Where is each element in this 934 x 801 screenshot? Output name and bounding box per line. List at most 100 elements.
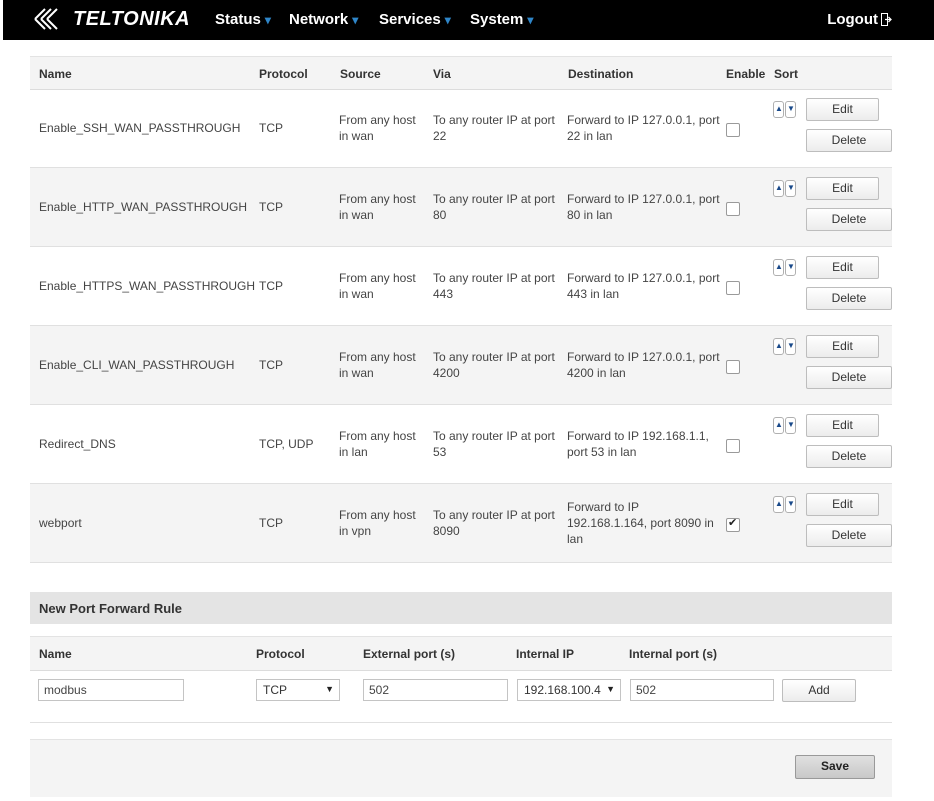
arrow-down-icon: ▼: [787, 420, 795, 429]
protocol-select-value: TCP: [263, 683, 287, 697]
delete-button[interactable]: Delete: [806, 208, 892, 231]
rule-source: From any host: [339, 350, 416, 364]
table-row: Enable_HTTPS_WAN_PASSTHROUGH TCP From any …: [30, 247, 892, 326]
rule-source: in wan: [339, 366, 374, 380]
dropdown-arrow-icon: ▼: [606, 684, 615, 694]
sort-down-button[interactable]: ▼: [785, 101, 796, 118]
new-column-protocol: Protocol: [256, 647, 305, 661]
arrow-down-icon: ▼: [787, 341, 795, 350]
enable-checkbox[interactable]: [726, 202, 740, 216]
internal-ip-select-value: 192.168.100.4: [524, 683, 601, 697]
sort-up-button[interactable]: ▲: [773, 180, 784, 197]
sort-up-button[interactable]: ▲: [773, 338, 784, 355]
rule-source: in vpn: [339, 524, 372, 538]
sort-up-button[interactable]: ▲: [773, 259, 784, 276]
rule-protocol: TCP: [259, 200, 283, 214]
rule-name: webport: [39, 516, 82, 530]
delete-button[interactable]: Delete: [806, 287, 892, 310]
arrow-up-icon: ▲: [775, 420, 783, 429]
brand-name: TELTONIKA: [73, 7, 191, 30]
rule-source: From any host: [339, 429, 416, 443]
column-header-enable: Enable: [726, 67, 766, 81]
internal-port-input[interactable]: [630, 679, 774, 701]
chevron-down-icon: ▾: [264, 12, 271, 27]
rule-protocol: TCP: [259, 279, 283, 293]
rule-name: Redirect_DNS: [39, 437, 116, 451]
arrow-up-icon: ▲: [775, 262, 783, 271]
menu-status[interactable]: Status ▾: [215, 11, 271, 28]
table-row: webport TCP From any host in vpn To any rout…: [30, 484, 892, 563]
rule-destination: 443 in lan: [567, 287, 620, 301]
new-rule-section-title: New Port Forward Rule: [30, 592, 892, 624]
enable-checkbox[interactable]: [726, 123, 740, 137]
column-header-destination: Destination: [568, 67, 634, 81]
enable-checkbox[interactable]: [726, 516, 740, 532]
rule-via: 22: [433, 129, 447, 143]
sort-up-button[interactable]: ▲: [773, 496, 784, 513]
menu-system[interactable]: System ▾: [470, 11, 533, 28]
rule-via: 80: [433, 208, 447, 222]
delete-button[interactable]: Delete: [806, 445, 892, 468]
menu-network[interactable]: Network ▾: [289, 11, 358, 28]
rule-protocol: TCP, UDP: [259, 437, 314, 451]
arrow-down-icon: ▼: [787, 262, 795, 271]
logout-label: Logout: [827, 11, 878, 28]
internal-ip-select[interactable]: 192.168.100.4 ▼: [517, 679, 621, 701]
enable-checkbox[interactable]: [726, 360, 740, 374]
rule-protocol: TCP: [259, 516, 283, 530]
rule-source: in lan: [339, 445, 368, 459]
rules-table-header: Name Protocol Source Via Destination Ena…: [30, 56, 892, 90]
column-header-source: Source: [340, 67, 381, 81]
rule-source: From any host: [339, 192, 416, 206]
edit-button[interactable]: Edit: [806, 335, 879, 358]
edit-button[interactable]: Edit: [806, 493, 879, 516]
external-port-input[interactable]: [363, 679, 508, 701]
edit-button[interactable]: Edit: [806, 177, 879, 200]
rule-name: Enable_CLI_WAN_PASSTHROUGH: [39, 358, 235, 372]
sort-down-button[interactable]: ▼: [785, 180, 796, 197]
sort-up-button[interactable]: ▲: [773, 417, 784, 434]
rule-via: 8090: [433, 524, 460, 538]
rule-destination: lan: [567, 532, 584, 546]
enable-checkbox[interactable]: [726, 439, 740, 453]
table-row: Redirect_DNS TCP, UDP From any host in lan T…: [30, 405, 892, 484]
rule-source: From any host: [339, 508, 416, 522]
rule-via: To any router IP at port: [433, 192, 555, 206]
rule-protocol: TCP: [259, 121, 283, 135]
edit-button[interactable]: Edit: [806, 256, 879, 279]
rule-destination: Forward to IP: [567, 500, 640, 514]
rule-via: To any router IP at port: [433, 113, 555, 127]
teltonika-logo[interactable]: TELTONIKA: [33, 6, 190, 32]
column-header-protocol: Protocol: [259, 67, 308, 81]
delete-button[interactable]: Delete: [806, 129, 892, 152]
save-button[interactable]: Save: [795, 755, 875, 779]
arrow-down-icon: ▼: [787, 183, 795, 192]
menu-services[interactable]: Services ▾: [379, 11, 451, 28]
new-rule-protocol-select[interactable]: TCP ▼: [256, 679, 340, 701]
sort-down-button[interactable]: ▼: [785, 338, 796, 355]
rule-protocol: TCP: [259, 358, 283, 372]
chevron-down-icon: ▾: [352, 12, 359, 27]
sort-down-button[interactable]: ▼: [785, 496, 796, 513]
add-rule-button[interactable]: Add: [782, 679, 856, 702]
rule-via: 443: [433, 287, 454, 301]
rule-destination: Forward to IP 127.0.0.1, port: [567, 113, 720, 127]
edit-button[interactable]: Edit: [806, 98, 879, 121]
new-rule-name-input[interactable]: [38, 679, 184, 701]
edit-button[interactable]: Edit: [806, 414, 879, 437]
sort-down-button[interactable]: ▼: [785, 417, 796, 434]
menu-status-label: Status: [215, 11, 261, 28]
delete-button[interactable]: Delete: [806, 524, 892, 547]
sort-down-button[interactable]: ▼: [785, 259, 796, 276]
sort-up-button[interactable]: ▲: [773, 101, 784, 118]
new-column-internal-ip: Internal IP: [516, 647, 575, 661]
rule-source: From any host: [339, 113, 416, 127]
rule-via: 53: [433, 445, 447, 459]
rule-destination: 22 in lan: [567, 129, 613, 143]
arrow-up-icon: ▲: [775, 104, 783, 113]
enable-checkbox[interactable]: [726, 281, 740, 295]
logout-link[interactable]: Logout: [827, 11, 892, 28]
delete-button[interactable]: Delete: [806, 366, 892, 389]
new-rule-header: Name Protocol External port (s) Internal…: [30, 636, 892, 671]
arrow-up-icon: ▲: [775, 183, 783, 192]
